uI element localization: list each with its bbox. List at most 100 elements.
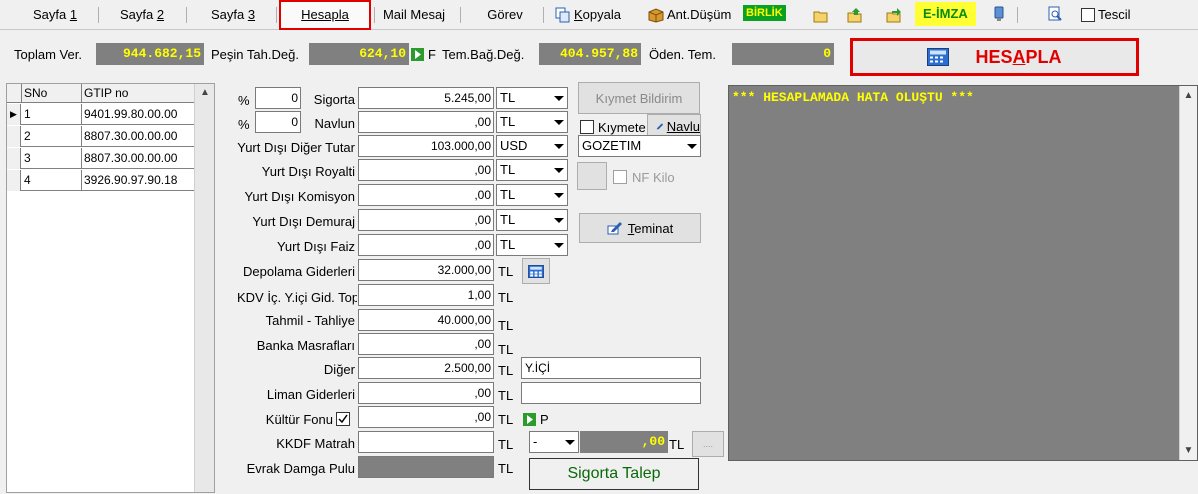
grid-cell-gtip[interactable]: 8807.30.00.00.00	[82, 126, 195, 147]
hesapla-main-button[interactable]: HESAPLA	[850, 38, 1139, 76]
diger-note-input[interactable]: Y.İÇİ	[521, 357, 701, 379]
grid-header-sno[interactable]: SNo	[22, 84, 82, 103]
navlun-currency-select[interactable]: TL	[496, 111, 568, 133]
e-imza-badge[interactable]: E-İMZA	[915, 2, 976, 26]
diger-input[interactable]: 2.500,00	[358, 357, 494, 379]
scroll-up-icon[interactable]: ▲	[195, 84, 215, 101]
tab-sayfa-3[interactable]: Sayfa 3	[195, 2, 271, 28]
demuraj-label: Yurt Dışı Demuraj	[252, 214, 355, 229]
royalti-currency-select[interactable]: TL	[496, 159, 568, 181]
kkdf-select[interactable]: -	[529, 431, 579, 453]
navlun-currency-value: TL	[500, 114, 516, 129]
kkdf-dots-button[interactable]: ....	[692, 431, 724, 457]
green-arrow-icon[interactable]	[523, 413, 536, 426]
scroll-up-icon[interactable]: ▲	[1180, 87, 1197, 104]
tab-sayfa-1[interactable]: Sayfa 1	[18, 2, 92, 28]
nf-kilo-checkbox[interactable]	[613, 170, 627, 184]
card-reader-icon[interactable]	[991, 6, 1007, 22]
grid-vertical-scrollbar[interactable]: ▲	[194, 84, 214, 492]
liman-note-input[interactable]	[521, 382, 701, 404]
royalti-currency-value: TL	[500, 162, 516, 177]
tab-hesapla[interactable]: Hesapla	[279, 0, 371, 30]
royalti-label: Yurt Dışı Royalti	[261, 164, 355, 179]
kultur-fonu-label: Kültür Fonu	[265, 412, 333, 427]
sigorta-percent-input[interactable]: 0	[255, 87, 301, 109]
kultur-fonu-checkbox[interactable]	[336, 412, 350, 426]
sigorta-currency-select[interactable]: TL	[496, 87, 568, 109]
grid-cell-sno[interactable]: 2	[22, 126, 82, 147]
sigorta-talep-button[interactable]: Sigorta Talep	[529, 458, 699, 490]
depolama-input[interactable]: 32.000,00	[358, 259, 494, 281]
faiz-input[interactable]: ,00	[358, 234, 494, 256]
birlik-badge[interactable]: BİRLİK	[743, 5, 786, 21]
edit-pencil-icon	[656, 123, 664, 130]
tab-sayfa-2[interactable]: Sayfa 2	[104, 2, 180, 28]
tab-separator	[276, 7, 277, 23]
yurtdisi-diger-input[interactable]: 103.000,00	[358, 135, 494, 157]
grid-cell-sno[interactable]: 3	[22, 148, 82, 169]
banka-input[interactable]: ,00	[358, 333, 494, 355]
depolama-calc-button[interactable]	[522, 258, 550, 284]
chevron-down-icon	[554, 144, 564, 149]
result-message: *** HESAPLAMADA HATA OLUŞTU ***	[732, 90, 974, 105]
grid-cell-gtip[interactable]: 3926.90.97.90.18	[82, 170, 195, 191]
demuraj-input[interactable]: ,00	[358, 209, 494, 231]
chevron-down-icon	[687, 144, 697, 149]
table-row[interactable]: 2 8807.30.00.00.00	[7, 126, 195, 147]
tescil-check-box[interactable]	[1081, 8, 1095, 22]
chevron-down-icon	[554, 218, 564, 223]
grid-cell-sno[interactable]: 4	[22, 170, 82, 191]
table-row[interactable]: ▶ 1 9401.99.80.00.00	[7, 104, 195, 125]
tab-separator	[374, 7, 375, 23]
grid-cell-gtip[interactable]: 8807.30.00.00.00	[82, 148, 195, 169]
kopyala-button[interactable]: Kopyala	[555, 4, 621, 26]
gozetim-select[interactable]: GOZETIM	[578, 135, 701, 157]
tab-label-ul: 2	[156, 7, 165, 22]
green-arrow-icon[interactable]	[411, 48, 424, 61]
gtip-grid[interactable]: SNo GTIP no ▶ 1 9401.99.80.00.00 2 8807.…	[6, 83, 215, 493]
folder-forward-icon[interactable]	[886, 7, 902, 23]
nf-kilo-button[interactable]	[577, 162, 607, 190]
navlun-percent-input[interactable]: 0	[255, 111, 301, 133]
table-row[interactable]: 4 3926.90.97.90.18	[7, 170, 195, 191]
kiymete-checkbox[interactable]	[580, 120, 594, 134]
royalti-input[interactable]: ,00	[358, 159, 494, 181]
folder-open-icon[interactable]	[813, 8, 829, 24]
result-vertical-scrollbar[interactable]: ▲ ▼	[1179, 86, 1197, 460]
tem-bag-label: Tem.Bağ.Değ.	[442, 47, 525, 62]
tab-gorev[interactable]: Görev	[476, 2, 534, 28]
komisyon-input[interactable]: ,00	[358, 184, 494, 206]
liman-input[interactable]: ,00	[358, 382, 494, 404]
teminat-button[interactable]: Teminat	[579, 213, 701, 243]
kkdf-select-value: -	[533, 434, 538, 449]
ant-dusum-button[interactable]: Ant.Düşüm	[648, 4, 731, 26]
folder-upload-icon[interactable]	[847, 7, 863, 23]
scroll-down-icon[interactable]: ▼	[1180, 442, 1197, 459]
tescil-checkbox[interactable]: Tescil	[1081, 4, 1131, 26]
document-search-icon[interactable]	[1047, 6, 1063, 22]
komisyon-currency-select[interactable]: TL	[496, 184, 568, 206]
table-row[interactable]: 3 8807.30.00.00.00	[7, 148, 195, 169]
sigorta-percent-symbol: %	[238, 93, 250, 108]
komisyon-currency-value: TL	[500, 187, 516, 202]
kdv-input[interactable]: 1,00	[358, 284, 494, 306]
demuraj-currency-select[interactable]: TL	[496, 209, 568, 231]
kkdf-input[interactable]	[358, 431, 494, 453]
grid-cell-gtip[interactable]: 9401.99.80.00.00	[82, 104, 195, 125]
kiymet-bildirim-button[interactable]: Kıymet Bildirim	[578, 82, 700, 114]
evrak-damga-unit: TL	[498, 461, 514, 476]
navlun-input[interactable]: ,00	[358, 111, 494, 133]
chevron-down-icon	[554, 120, 564, 125]
grid-header: SNo GTIP no	[7, 84, 195, 103]
faiz-currency-select[interactable]: TL	[496, 234, 568, 256]
check-icon	[338, 414, 348, 424]
tab-mail-mesaj[interactable]: Mail Mesaj	[376, 2, 452, 28]
tahmil-input[interactable]: 40.000,00	[358, 309, 494, 331]
yurtdisi-diger-currency-select[interactable]: USD	[496, 135, 568, 157]
kultur-fonu-input[interactable]: ,00	[358, 406, 494, 428]
result-panel[interactable]: *** HESAPLAMADA HATA OLUŞTU *** ▲ ▼	[728, 85, 1198, 461]
sigorta-input[interactable]: 5.245,00	[358, 87, 494, 109]
evrak-damga-input[interactable]	[358, 456, 494, 478]
grid-header-gtip[interactable]: GTIP no	[82, 84, 195, 103]
grid-cell-sno[interactable]: 1	[22, 104, 82, 125]
